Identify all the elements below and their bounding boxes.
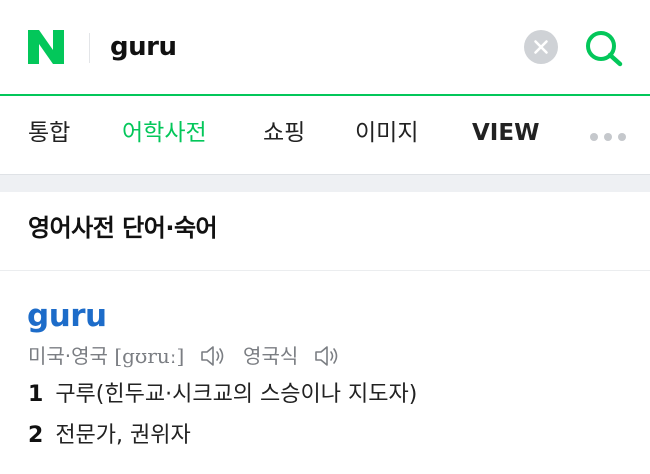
divider xyxy=(89,33,90,63)
meaning-item: 1 구루(힌두교·시크교의 스승이나 지도자) xyxy=(28,380,417,410)
tab-images[interactable]: 이미지 xyxy=(355,118,418,148)
meaning-item: 2 전문가, 권위자 xyxy=(28,421,191,451)
meaning-text: 구루(힌두교·시크교의 스승이나 지도자) xyxy=(55,382,418,407)
pronunciation-row: 미국·영국 [gʊruː] 영국식 xyxy=(28,340,351,368)
search-header: guru xyxy=(0,0,650,94)
british-pronunciation-label: 영국식 xyxy=(243,343,299,368)
speaker-icon[interactable] xyxy=(313,344,341,368)
pronunciation-regions: 미국·영국 xyxy=(28,343,108,368)
tab-integrated[interactable]: 통합 xyxy=(28,118,70,148)
headword-link[interactable]: guru xyxy=(27,297,107,335)
search-icon[interactable] xyxy=(583,28,625,68)
more-tabs-icon[interactable] xyxy=(590,126,636,141)
category-tabs: 통합 어학사전 쇼핑 이미지 VIEW xyxy=(0,96,650,174)
section-title: 영어사전 단어·숙어 xyxy=(28,214,218,242)
tab-dictionary[interactable]: 어학사전 xyxy=(122,118,207,148)
phonetic-symbol: [gʊruː] xyxy=(114,343,185,368)
section-gap xyxy=(0,174,650,192)
meaning-number: 2 xyxy=(28,423,44,448)
naver-logo[interactable] xyxy=(26,28,66,66)
search-input[interactable]: guru xyxy=(110,28,177,66)
speaker-icon[interactable] xyxy=(199,344,227,368)
clear-search-icon[interactable] xyxy=(524,30,558,64)
section-gap-border xyxy=(0,174,650,175)
meaning-number: 1 xyxy=(28,382,44,407)
section-divider xyxy=(0,270,650,271)
tab-view[interactable]: VIEW xyxy=(472,118,539,148)
meaning-text: 전문가, 권위자 xyxy=(55,423,191,448)
tab-shopping[interactable]: 쇼핑 xyxy=(263,118,305,148)
